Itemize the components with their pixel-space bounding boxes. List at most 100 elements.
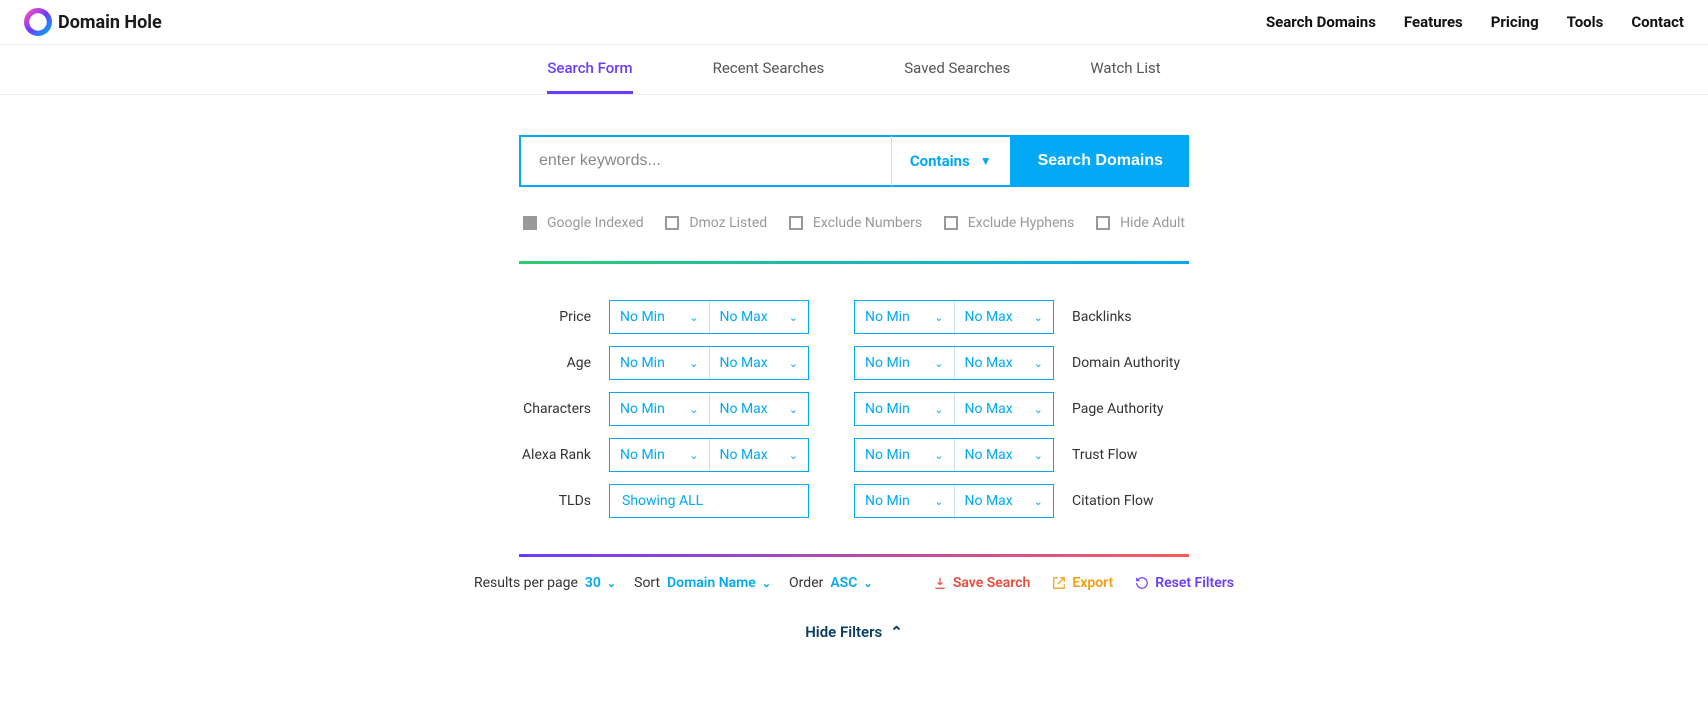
gradient-divider	[519, 261, 1189, 264]
results-per-page-select[interactable]: 30 ⌄	[585, 575, 616, 591]
age-range: No Min⌄ No Max⌄	[609, 346, 809, 380]
chevron-down-icon: ⌄	[1034, 449, 1043, 462]
backlinks-min-select[interactable]: No Min⌄	[855, 301, 955, 333]
tf-min-select[interactable]: No Min⌄	[855, 439, 955, 471]
check-hide-adult[interactable]: Hide Adult	[1096, 215, 1185, 231]
results-per-page-label: Results per page	[474, 575, 578, 591]
sort-select[interactable]: Domain Name ⌄	[667, 575, 771, 591]
filter-label-tf: Trust Flow	[1054, 447, 1137, 463]
chars-min-select[interactable]: No Min⌄	[610, 393, 710, 425]
tlds-select[interactable]: Showing ALL	[609, 484, 809, 518]
price-range: No Min⌄ No Max⌄	[609, 300, 809, 334]
alexa-min-select[interactable]: No Min⌄	[610, 439, 710, 471]
citation-flow-range: No Min⌄ No Max⌄	[854, 484, 1054, 518]
age-max-select[interactable]: No Max⌄	[710, 347, 809, 379]
check-label: Dmoz Listed	[689, 215, 767, 231]
logo[interactable]: Domain Hole	[24, 8, 162, 36]
filters-grid: Price No Min⌄ No Max⌄ No Min⌄ No Max⌄ Ba…	[519, 300, 1189, 518]
bottom-controls: Results per page 30 ⌄ Sort Domain Name ⌄…	[464, 575, 1244, 591]
tabs: Search Form Recent Searches Saved Search…	[0, 45, 1708, 95]
page-authority-range: No Min⌄ No Max⌄	[854, 392, 1054, 426]
filter-label-backlinks: Backlinks	[1054, 309, 1132, 325]
download-icon	[933, 576, 947, 590]
share-icon	[1052, 576, 1066, 590]
nav-features[interactable]: Features	[1404, 13, 1463, 31]
pa-max-select[interactable]: No Max⌄	[955, 393, 1054, 425]
cf-min-select[interactable]: No Min⌄	[855, 485, 955, 517]
tab-recent-searches[interactable]: Recent Searches	[713, 59, 825, 94]
keywords-input[interactable]	[519, 135, 892, 187]
gradient-divider-2	[519, 554, 1189, 557]
filter-label-pa: Page Authority	[1054, 401, 1164, 417]
check-label: Exclude Numbers	[813, 215, 922, 231]
hide-filters-toggle[interactable]: Hide Filters ⌃	[0, 623, 1708, 641]
chevron-down-icon: ⌄	[934, 311, 943, 324]
backlinks-max-select[interactable]: No Max⌄	[955, 301, 1054, 333]
chevron-down-icon: ⌄	[934, 403, 943, 416]
header: Domain Hole Search Domains Features Pric…	[0, 0, 1708, 45]
chevron-down-icon: ⌄	[789, 449, 798, 462]
nav-tools[interactable]: Tools	[1567, 13, 1604, 31]
save-search-button[interactable]: Save Search	[933, 575, 1031, 591]
triangle-down-icon: ▼	[980, 154, 992, 168]
chevron-down-icon: ⌄	[1034, 311, 1043, 324]
check-exclude-numbers[interactable]: Exclude Numbers	[789, 215, 922, 231]
da-max-select[interactable]: No Max⌄	[955, 347, 1054, 379]
check-exclude-hyphens[interactable]: Exclude Hyphens	[944, 215, 1075, 231]
filter-label-tlds: TLDs	[519, 493, 609, 509]
chars-max-select[interactable]: No Max⌄	[710, 393, 809, 425]
price-min-select[interactable]: No Min⌄	[610, 301, 710, 333]
alexa-max-select[interactable]: No Max⌄	[710, 439, 809, 471]
checkbox-icon	[1096, 216, 1110, 230]
order-label: Order	[789, 575, 823, 591]
alexa-range: No Min⌄ No Max⌄	[609, 438, 809, 472]
nav-contact[interactable]: Contact	[1631, 13, 1684, 31]
refresh-icon	[1135, 576, 1149, 590]
search-button[interactable]: Search Domains	[1012, 135, 1189, 187]
check-google-indexed[interactable]: Google Indexed	[523, 215, 644, 231]
logo-text: Domain Hole	[58, 12, 162, 33]
da-min-select[interactable]: No Min⌄	[855, 347, 955, 379]
checkbox-row: Google Indexed Dmoz Listed Exclude Numbe…	[519, 215, 1189, 231]
logo-icon	[24, 8, 52, 36]
tab-search-form[interactable]: Search Form	[547, 59, 632, 94]
chevron-down-icon: ⌄	[689, 357, 698, 370]
chevron-down-icon: ⌄	[607, 577, 616, 590]
filter-label-cf: Citation Flow	[1054, 493, 1154, 509]
pa-min-select[interactable]: No Min⌄	[855, 393, 955, 425]
filter-label-characters: Characters	[519, 401, 609, 417]
chevron-down-icon: ⌄	[934, 357, 943, 370]
filter-label-price: Price	[519, 309, 609, 325]
chevron-down-icon: ⌄	[1034, 403, 1043, 416]
chevron-down-icon: ⌄	[1034, 495, 1043, 508]
tf-max-select[interactable]: No Max⌄	[955, 439, 1054, 471]
filter-label-da: Domain Authority	[1054, 355, 1180, 371]
sort-label: Sort	[634, 575, 660, 591]
cf-max-select[interactable]: No Max⌄	[955, 485, 1054, 517]
check-label: Hide Adult	[1120, 215, 1185, 231]
price-max-select[interactable]: No Max⌄	[710, 301, 809, 333]
reset-filters-button[interactable]: Reset Filters	[1135, 575, 1234, 591]
match-mode-select[interactable]: Contains ▼	[892, 135, 1012, 187]
match-mode-value: Contains	[910, 152, 970, 170]
filter-label-age: Age	[519, 355, 609, 371]
chevron-down-icon: ⌄	[689, 403, 698, 416]
age-min-select[interactable]: No Min⌄	[610, 347, 710, 379]
chevron-down-icon: ⌄	[689, 449, 698, 462]
check-dmoz-listed[interactable]: Dmoz Listed	[665, 215, 767, 231]
checkbox-icon	[789, 216, 803, 230]
nav-search-domains[interactable]: Search Domains	[1266, 13, 1376, 31]
tab-saved-searches[interactable]: Saved Searches	[904, 59, 1010, 94]
export-button[interactable]: Export	[1052, 575, 1113, 591]
chevron-up-icon: ⌃	[890, 623, 903, 641]
chevron-down-icon: ⌄	[934, 449, 943, 462]
domain-authority-range: No Min⌄ No Max⌄	[854, 346, 1054, 380]
order-select[interactable]: ASC ⌄	[830, 575, 872, 591]
nav-links: Search Domains Features Pricing Tools Co…	[1266, 13, 1684, 31]
chevron-down-icon: ⌄	[762, 577, 771, 590]
chevron-down-icon: ⌄	[934, 495, 943, 508]
tab-watch-list[interactable]: Watch List	[1090, 59, 1160, 94]
chevron-down-icon: ⌄	[789, 403, 798, 416]
backlinks-range: No Min⌄ No Max⌄	[854, 300, 1054, 334]
nav-pricing[interactable]: Pricing	[1491, 13, 1539, 31]
